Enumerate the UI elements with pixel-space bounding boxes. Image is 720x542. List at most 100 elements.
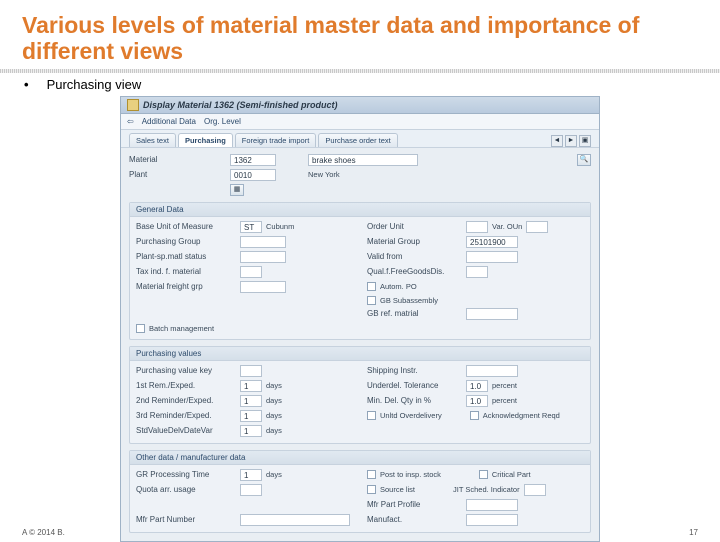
mfrpart-field[interactable] xyxy=(240,514,350,526)
matgrp-label: Material Group xyxy=(367,237,462,246)
gbsub-checkbox[interactable] xyxy=(367,296,376,305)
quota-label: Quota arr. usage xyxy=(136,485,236,494)
gbref-label: GB ref. matrial xyxy=(367,309,462,318)
days2: days xyxy=(266,396,282,405)
uom-field[interactable]: ST xyxy=(240,221,262,233)
std-label: StdValueDelvDateVar xyxy=(136,426,236,435)
pvalues-header: Purchasing values xyxy=(130,347,590,361)
search-icon[interactable]: 🔍 xyxy=(577,154,591,166)
mindel-label: Min. Del. Qty in % xyxy=(367,396,462,405)
bullet-dot: • xyxy=(24,77,29,92)
material-field[interactable]: 1362 xyxy=(230,154,276,166)
plant-label: Plant xyxy=(129,170,224,179)
ship-field[interactable] xyxy=(466,365,518,377)
ship-label: Shipping Instr. xyxy=(367,366,462,375)
jit-field[interactable] xyxy=(524,484,546,496)
mindel-field[interactable]: 1.0 xyxy=(466,395,488,407)
src-label: Source list xyxy=(380,485,415,494)
days4: days xyxy=(266,426,282,435)
tab-foreign-trade[interactable]: Foreign trade import xyxy=(235,133,317,147)
crit-checkbox[interactable] xyxy=(479,470,488,479)
jit-label: JIT Sched. Indicator xyxy=(453,485,520,494)
rem3-label: 3rd Reminder/Exped. xyxy=(136,411,236,420)
pvkey-field[interactable] xyxy=(240,365,262,377)
ack-checkbox[interactable] xyxy=(470,411,479,420)
post-label: Post to insp. stock xyxy=(380,470,441,479)
toolbar: ⇦ Additional Data Org. Level xyxy=(121,114,599,130)
matgrp-field[interactable]: 25101900 xyxy=(466,236,518,248)
days1: days xyxy=(266,381,282,390)
page-number: 17 xyxy=(689,528,698,537)
udtol-field[interactable]: 1.0 xyxy=(466,380,488,392)
orderunit-field[interactable] xyxy=(466,221,488,233)
material-desc-field[interactable]: brake shoes xyxy=(308,154,418,166)
tab-sales-text[interactable]: Sales text xyxy=(129,133,176,147)
pms-label: Plant-sp.matl status xyxy=(136,252,236,261)
tab-scroll-left[interactable]: ◄ xyxy=(551,135,563,147)
app-icon xyxy=(127,99,139,111)
gr-days: days xyxy=(266,470,282,479)
bullet-text: Purchasing view xyxy=(47,77,142,92)
varoun-field[interactable] xyxy=(526,221,548,233)
plant-search-icon[interactable]: ▦ xyxy=(230,184,244,196)
additional-data-button[interactable]: Additional Data xyxy=(142,117,196,126)
back-button[interactable]: ⇦ xyxy=(127,117,134,126)
rem3-field[interactable]: 1 xyxy=(240,410,262,422)
std-field[interactable]: 1 xyxy=(240,425,262,437)
pct2: percent xyxy=(492,396,517,405)
udtol-label: Underdel. Tolerance xyxy=(367,381,462,390)
valid-label: Valid from xyxy=(367,252,462,261)
gbref-field[interactable] xyxy=(466,308,518,320)
general-header: General Data xyxy=(130,203,590,217)
ack-label: Acknowledgment Reqd xyxy=(483,411,560,420)
plant-name: New York xyxy=(308,170,340,179)
tax-field[interactable] xyxy=(240,266,262,278)
tab-list-button[interactable]: ▣ xyxy=(579,135,591,147)
manuf-field[interactable] xyxy=(466,514,518,526)
tab-purchasing[interactable]: Purchasing xyxy=(178,133,233,147)
mfr-field[interactable] xyxy=(240,281,286,293)
quota-field[interactable] xyxy=(240,484,262,496)
batch-checkbox[interactable] xyxy=(136,324,145,333)
pgroup-field[interactable] xyxy=(240,236,286,248)
mfrprof-field[interactable] xyxy=(466,499,518,511)
gr-field[interactable]: 1 xyxy=(240,469,262,481)
crit-label: Critical Part xyxy=(492,470,531,479)
autopo-checkbox[interactable] xyxy=(367,282,376,291)
material-label: Material xyxy=(129,155,224,164)
unlover-checkbox[interactable] xyxy=(367,411,376,420)
sap-window: Display Material 1362 (Semi-finished pro… xyxy=(120,96,600,542)
qfg-label: Qual.f.FreeGoodsDis. xyxy=(367,267,462,276)
other-header: Other data / manufacturer data xyxy=(130,451,590,465)
tab-scroll-right[interactable]: ► xyxy=(565,135,577,147)
pms-field[interactable] xyxy=(240,251,286,263)
pgroup-label: Purchasing Group xyxy=(136,237,236,246)
slide-title: Various levels of material master data a… xyxy=(22,12,698,65)
rem2-field[interactable]: 1 xyxy=(240,395,262,407)
purch-values-section: Purchasing values Purchasing value key S… xyxy=(129,346,591,444)
window-titlebar: Display Material 1362 (Semi-finished pro… xyxy=(121,97,599,114)
autopo-label: Autom. PO xyxy=(380,282,417,291)
tab-po-text[interactable]: Purchase order text xyxy=(318,133,397,147)
tab-bar: Sales text Purchasing Foreign trade impo… xyxy=(121,130,599,148)
batch-label: Batch management xyxy=(149,324,214,333)
rem1-field[interactable]: 1 xyxy=(240,380,262,392)
rem1-label: 1st Rem./Exped. xyxy=(136,381,236,390)
manuf-label: Manufact. xyxy=(367,515,462,524)
divider xyxy=(0,69,720,73)
org-level-button[interactable]: Org. Level xyxy=(204,117,241,126)
pvkey-label: Purchasing value key xyxy=(136,366,236,375)
post-checkbox[interactable] xyxy=(367,470,376,479)
unlover-label: Unltd Overdelivery xyxy=(380,411,442,420)
plant-field[interactable]: 0010 xyxy=(230,169,276,181)
mfrprof-label: Mfr Part Profile xyxy=(367,500,462,509)
orderunit-label: Order Unit xyxy=(367,222,462,231)
window-title: Display Material 1362 (Semi-finished pro… xyxy=(143,100,338,110)
valid-field[interactable] xyxy=(466,251,518,263)
rem2-label: 2nd Reminder/Exped. xyxy=(136,396,236,405)
varoun-label: Var. OUn xyxy=(492,222,522,231)
copyright: A © 2014 B. xyxy=(22,528,65,537)
qfg-field[interactable] xyxy=(466,266,488,278)
other-data-section: Other data / manufacturer data GR Proces… xyxy=(129,450,591,533)
src-checkbox[interactable] xyxy=(367,485,376,494)
